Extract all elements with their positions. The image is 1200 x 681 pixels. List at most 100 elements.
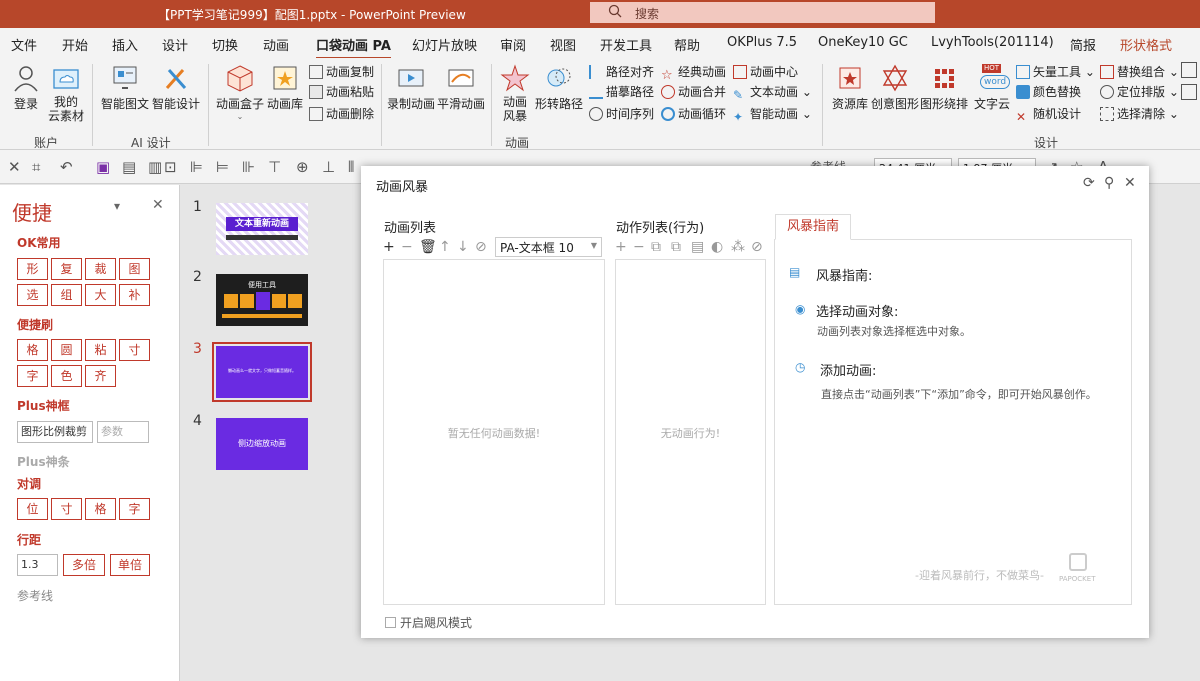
anim-box-button[interactable]: 动画盒子 ⌄ (216, 64, 264, 121)
loop-anim-button[interactable]: 动画循环 (661, 104, 726, 124)
ok-button-shape[interactable]: 形 (17, 258, 48, 280)
anim-delete-button[interactable]: 动画删除 (309, 104, 374, 124)
link-icon[interactable]: ⊘ (475, 239, 487, 255)
tab-storm-guide[interactable]: 风暴指南 (775, 214, 851, 240)
search-box[interactable]: 搜索 (590, 2, 935, 23)
single-spacing-button[interactable]: 单倍 (110, 554, 150, 576)
param-input[interactable]: 参数 (97, 421, 149, 443)
move-down-icon[interactable]: ↓ (457, 239, 469, 255)
shape-to-path-button[interactable]: 形转路径 (535, 64, 583, 112)
ok-button-group[interactable]: 组 (51, 284, 82, 306)
align-button-position[interactable]: 位 (17, 498, 48, 520)
position-layout-button[interactable]: 定位排版 ⌄ (1100, 82, 1179, 102)
anim-paste-button[interactable]: 动画粘贴 (309, 82, 374, 102)
align-left-icon[interactable]: ⊫ (190, 159, 203, 175)
merge-anim-button[interactable]: 动画合并 (661, 82, 726, 102)
record-anim-button[interactable]: 录制动画 (387, 64, 435, 112)
extra-tool-button[interactable] (1181, 84, 1197, 100)
ok-button-select[interactable]: 选 (17, 284, 48, 306)
copy-action-icon[interactable]: ⧉ (671, 239, 681, 255)
ok-button-copy[interactable]: 复 (51, 258, 82, 280)
pin-icon[interactable]: ⚲ (1104, 175, 1114, 191)
split-action-icon[interactable]: ◐ (711, 239, 723, 255)
undo-icon[interactable]: ↶ (60, 159, 73, 175)
align-button-size[interactable]: 寸 (51, 498, 82, 520)
color-replace-button[interactable]: 颜色替换 (1016, 82, 1081, 102)
menu-design[interactable]: 设计 (162, 35, 188, 54)
slide-thumbnail-2[interactable]: 便用工具 (216, 274, 308, 326)
smart-picture-button[interactable]: 智能图文 (101, 64, 149, 112)
menu-animations[interactable]: 动画 (263, 35, 289, 54)
add-action-icon[interactable]: + (615, 239, 627, 255)
replace-combo-button[interactable]: 替换组合 ⌄ (1100, 62, 1179, 82)
menu-lvyhtools[interactable]: LvyhTools(201114) (931, 35, 1054, 50)
panel-menu-icon[interactable]: ▾ (114, 199, 120, 213)
close-icon[interactable]: ✕ (8, 159, 21, 175)
align-top-icon[interactable]: ⊤ (268, 159, 281, 175)
brush-button-color[interactable]: 色 (51, 365, 82, 387)
extra-tool-button[interactable] (1181, 62, 1197, 78)
align-middle-icon[interactable]: ⊕ (296, 159, 309, 175)
resource-lib-button[interactable]: 资源库 (830, 64, 870, 112)
cloud-material-button[interactable]: 我的 云素材 (46, 64, 86, 123)
minus-icon[interactable]: − (401, 239, 413, 255)
refresh-icon[interactable]: ⟳ (1083, 175, 1095, 191)
save-icon[interactable]: ▣ (96, 159, 110, 175)
menu-insert[interactable]: 插入 (112, 35, 138, 54)
crop-ratio-select[interactable]: 图形比例裁剪 (17, 421, 93, 443)
anim-library-button[interactable]: 动画库 (266, 64, 304, 112)
brush-button-size[interactable]: 寸 (119, 339, 150, 361)
format-painter-icon[interactable]: ▥ (148, 159, 162, 175)
select-clear-button[interactable]: 选择清除 ⌄ (1100, 104, 1179, 124)
align-center-icon[interactable]: ⊨ (216, 159, 229, 175)
close-icon[interactable]: ✕ (1124, 175, 1136, 191)
object-selector[interactable]: PA-文本框 10 ▼ (495, 237, 602, 257)
smooth-anim-button[interactable]: 平滑动画 (437, 64, 485, 112)
trash-icon[interactable]: 🗑 (419, 239, 437, 255)
action-list-box[interactable]: 无动画行为! (615, 259, 766, 605)
slide-thumbnail-4[interactable]: 侧边缩放动画 (216, 418, 308, 470)
format-icon[interactable]: ▤ (122, 159, 136, 175)
ok-button-crop[interactable]: 裁 (85, 258, 116, 280)
menu-developer[interactable]: 开发工具 (600, 35, 652, 54)
link-action-icon[interactable]: ⊘ (751, 239, 763, 255)
smart-design-button[interactable]: 智能设计 (152, 64, 200, 112)
menu-shape-format[interactable]: 形状格式 (1120, 35, 1172, 54)
menu-transitions[interactable]: 切换 (212, 35, 238, 54)
align-button-font[interactable]: 字 (119, 498, 150, 520)
text-box-icon[interactable]: ⊡ (164, 159, 177, 175)
menu-view[interactable]: 视图 (550, 35, 576, 54)
slide-thumbnail-1[interactable]: 文本重新动画 (216, 203, 308, 255)
panel-close-icon[interactable]: ✕ (152, 197, 164, 213)
anim-copy-button[interactable]: 动画复制 (309, 62, 374, 82)
menu-slideshow[interactable]: 幻灯片放映 (412, 35, 477, 54)
word-cloud-button[interactable]: HOT word 文字云 (972, 64, 1012, 112)
crop-icon[interactable]: ⌗ (32, 159, 40, 175)
align-right-icon[interactable]: ⊪ (242, 159, 255, 175)
ok-button-fill[interactable]: 补 (119, 284, 150, 306)
menu-home[interactable]: 开始 (62, 35, 88, 54)
brush-button-paste[interactable]: 粘 (85, 339, 116, 361)
creative-shape-button[interactable]: 创意图形 (871, 64, 919, 112)
brush-button-font[interactable]: 字 (17, 365, 48, 387)
path-align-button[interactable]: 路径对齐 (589, 62, 654, 82)
remove-action-icon[interactable]: − (633, 239, 645, 255)
anim-center-button[interactable]: 动画中心 (733, 62, 798, 82)
line-spacing-input[interactable]: 1.3 (17, 554, 58, 576)
menu-okplus[interactable]: OKPlus 7.5 (727, 35, 797, 50)
anim-storm-button[interactable]: 动画 风暴 (498, 64, 532, 123)
ok-button-size[interactable]: 大 (85, 284, 116, 306)
classic-anim-button[interactable]: ☆ 经典动画 (661, 62, 726, 83)
shape-wrap-button[interactable]: 图形绕排 (920, 64, 968, 112)
distribute-icon[interactable]: ⫴ (348, 159, 354, 175)
menu-onekey[interactable]: OneKey10 GC (818, 35, 908, 50)
login-button[interactable]: 登录 (10, 64, 42, 112)
brush-button-format[interactable]: 格 (17, 339, 48, 361)
time-sequence-button[interactable]: 时间序列 (589, 104, 654, 124)
brush-button-round[interactable]: 圆 (51, 339, 82, 361)
text-anim-button[interactable]: ✎ 文本动画 ⌄ (733, 82, 812, 102)
menu-review[interactable]: 审阅 (500, 35, 526, 54)
brush-button-align[interactable]: 齐 (85, 365, 116, 387)
checkbox-box[interactable] (385, 617, 396, 628)
ok-button-image[interactable]: 图 (119, 258, 150, 280)
